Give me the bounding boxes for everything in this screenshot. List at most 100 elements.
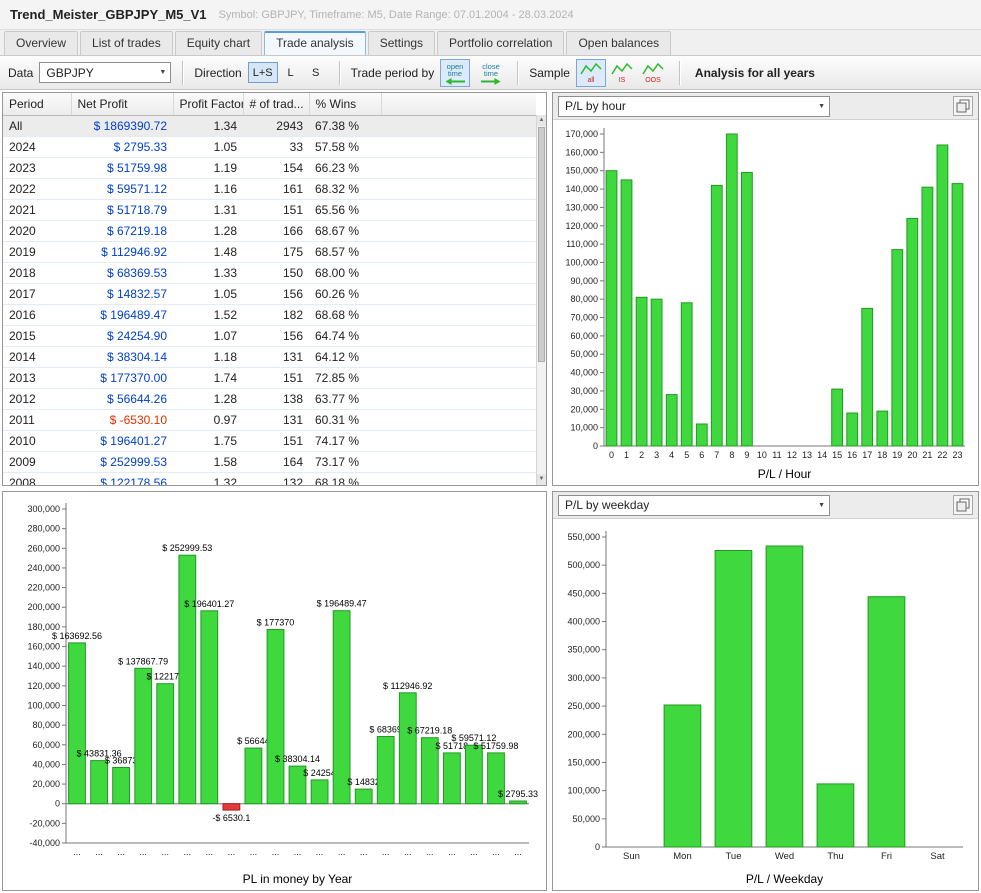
- table-row[interactable]: 2009$ 252999.531.5816473.17 %: [3, 451, 536, 472]
- svg-text:8: 8: [729, 450, 734, 460]
- svg-text:40,000: 40,000: [32, 759, 60, 769]
- sample-is-button[interactable]: IS: [607, 59, 637, 87]
- tab-trade-analysis[interactable]: Trade analysis: [264, 31, 366, 55]
- svg-text:Sat: Sat: [930, 851, 945, 862]
- sample-all-button[interactable]: all: [576, 59, 606, 87]
- svg-text:Fri: Fri: [881, 851, 892, 862]
- svg-text:0: 0: [55, 799, 60, 809]
- svg-text:450,000: 450,000: [567, 588, 600, 598]
- svg-text:Wed: Wed: [775, 851, 794, 862]
- toolbar-separator: [517, 61, 518, 85]
- svg-text:OOS: OOS: [645, 77, 661, 84]
- hour-chart-header: P/L by hour ▼: [553, 93, 978, 120]
- svg-text:17: 17: [862, 450, 872, 460]
- hour-chart-select[interactable]: P/L by hour ▼: [558, 96, 830, 117]
- table-row[interactable]: 2018$ 68369.531.3315068.00 %: [3, 262, 536, 283]
- period-table-panel: PeriodNet ProfitProfit Factor# of trad..…: [2, 92, 547, 486]
- svg-text:Thu: Thu: [827, 851, 843, 862]
- table-row[interactable]: 2019$ 112946.921.4817568.57 %: [3, 241, 536, 262]
- tab-open-balances[interactable]: Open balances: [566, 31, 671, 55]
- table-scrollbar[interactable]: ▲ ▼: [536, 115, 546, 485]
- svg-text:...: ...: [316, 847, 324, 857]
- svg-text:30,000: 30,000: [570, 386, 598, 396]
- svg-text:500,000: 500,000: [567, 560, 600, 570]
- weekday-chart-select[interactable]: P/L by weekday ▼: [558, 495, 830, 516]
- table-row[interactable]: 2023$ 51759.981.1915466.23 %: [3, 157, 536, 178]
- svg-text:...: ...: [161, 847, 169, 857]
- direction-s-button[interactable]: S: [304, 62, 328, 83]
- chevron-down-icon: ▼: [151, 69, 166, 76]
- table-row[interactable]: 2021$ 51718.791.3115165.56 %: [3, 199, 536, 220]
- open-time-button[interactable]: open time: [440, 59, 470, 87]
- svg-text:140,000: 140,000: [27, 661, 60, 671]
- svg-text:$ 122178: $ 122178: [146, 672, 184, 682]
- scrollbar-thumb[interactable]: [538, 127, 545, 362]
- svg-text:6: 6: [699, 450, 704, 460]
- scroll-down-icon[interactable]: ▼: [537, 474, 546, 485]
- hour-chart-panel: P/L by hour ▼ 010,00020,00030,00040,0005…: [552, 92, 979, 486]
- data-label: Data: [8, 66, 33, 80]
- tab-portfolio-correlation[interactable]: Portfolio correlation: [437, 31, 564, 55]
- table-row[interactable]: 2013$ 177370.001.7415172.85 %: [3, 367, 536, 388]
- direction-label: Direction: [194, 66, 241, 80]
- column-header[interactable]: Net Profit: [71, 93, 173, 115]
- analysis-table: PeriodNet ProfitProfit Factor# of trad..…: [3, 93, 536, 485]
- svg-text:...: ...: [184, 847, 192, 857]
- svg-text:18: 18: [877, 450, 887, 460]
- window-titlebar: Trend_Meister_GBPJPY_M5_V1 Symbol: GBPJP…: [0, 0, 981, 30]
- sample-oos-button[interactable]: OOS: [638, 59, 668, 87]
- svg-text:4: 4: [669, 450, 674, 460]
- svg-text:9: 9: [744, 450, 749, 460]
- svg-text:...: ...: [448, 847, 456, 857]
- table-row[interactable]: 2015$ 24254.901.0715664.74 %: [3, 325, 536, 346]
- time-word: time: [448, 69, 462, 78]
- svg-text:7: 7: [714, 450, 719, 460]
- svg-text:...: ...: [272, 847, 280, 857]
- table-row[interactable]: 2020$ 67219.181.2816668.67 %: [3, 220, 536, 241]
- table-row[interactable]: 2024$ 2795.331.053357.58 %: [3, 136, 536, 157]
- svg-text:170,000: 170,000: [565, 129, 598, 139]
- table-row[interactable]: 2017$ 14832.571.0515660.26 %: [3, 283, 536, 304]
- table-row[interactable]: All$ 1869390.721.34294367.38 %: [3, 115, 536, 136]
- weekday-chart-panel: P/L by weekday ▼ 050,000100,000150,00020…: [552, 491, 979, 891]
- column-header[interactable]: % Wins: [309, 93, 381, 115]
- column-header[interactable]: Period: [3, 93, 71, 115]
- tab-overview[interactable]: Overview: [4, 31, 78, 55]
- svg-text:13: 13: [802, 450, 812, 460]
- svg-text:...: ...: [228, 847, 236, 857]
- svg-text:100,000: 100,000: [567, 786, 600, 796]
- svg-text:60,000: 60,000: [32, 740, 60, 750]
- table-row[interactable]: 2012$ 56644.261.2813863.77 %: [3, 388, 536, 409]
- table-row[interactable]: 2011$ -6530.100.9713160.31 %: [3, 409, 536, 430]
- table-wrap: PeriodNet ProfitProfit Factor# of trad..…: [3, 93, 536, 485]
- tab-settings[interactable]: Settings: [368, 31, 435, 55]
- svg-text:3: 3: [654, 450, 659, 460]
- svg-text:80,000: 80,000: [570, 294, 598, 304]
- table-row[interactable]: 2008$ 122178.561.3213268.18 %: [3, 472, 536, 485]
- data-symbol-select[interactable]: GBPJPY ▼: [39, 62, 171, 83]
- scroll-up-icon[interactable]: ▲: [537, 115, 546, 126]
- svg-text:$ 67219.18: $ 67219.18: [407, 726, 452, 736]
- close-time-button[interactable]: close time: [476, 59, 506, 87]
- svg-text:P/L / Hour: P/L / Hour: [758, 467, 812, 481]
- direction-l-button[interactable]: L: [279, 62, 303, 83]
- column-header[interactable]: Profit Factor: [173, 93, 243, 115]
- table-row[interactable]: 2022$ 59571.121.1616168.32 %: [3, 178, 536, 199]
- svg-text:200,000: 200,000: [27, 602, 60, 612]
- sample-label: Sample: [529, 66, 570, 80]
- table-row[interactable]: 2016$ 196489.471.5218268.68 %: [3, 304, 536, 325]
- column-header[interactable]: # of trad...: [243, 93, 309, 115]
- svg-text:60,000: 60,000: [570, 331, 598, 341]
- direction-l-s-button[interactable]: L+S: [248, 62, 278, 83]
- tab-list-of-trades[interactable]: List of trades: [80, 31, 173, 55]
- svg-text:50,000: 50,000: [570, 349, 598, 359]
- popout-icon[interactable]: [953, 495, 973, 515]
- tab-equity-chart[interactable]: Equity chart: [175, 31, 262, 55]
- table-row[interactable]: 2014$ 38304.141.1813164.12 %: [3, 346, 536, 367]
- svg-text:PL in money by Year: PL in money by Year: [243, 872, 353, 886]
- table-row[interactable]: 2010$ 196401.271.7515174.17 %: [3, 430, 536, 451]
- svg-text:0: 0: [593, 441, 598, 451]
- svg-text:$ 2795.33: $ 2795.33: [498, 789, 538, 799]
- popout-icon[interactable]: [953, 96, 973, 116]
- svg-text:all: all: [587, 77, 594, 84]
